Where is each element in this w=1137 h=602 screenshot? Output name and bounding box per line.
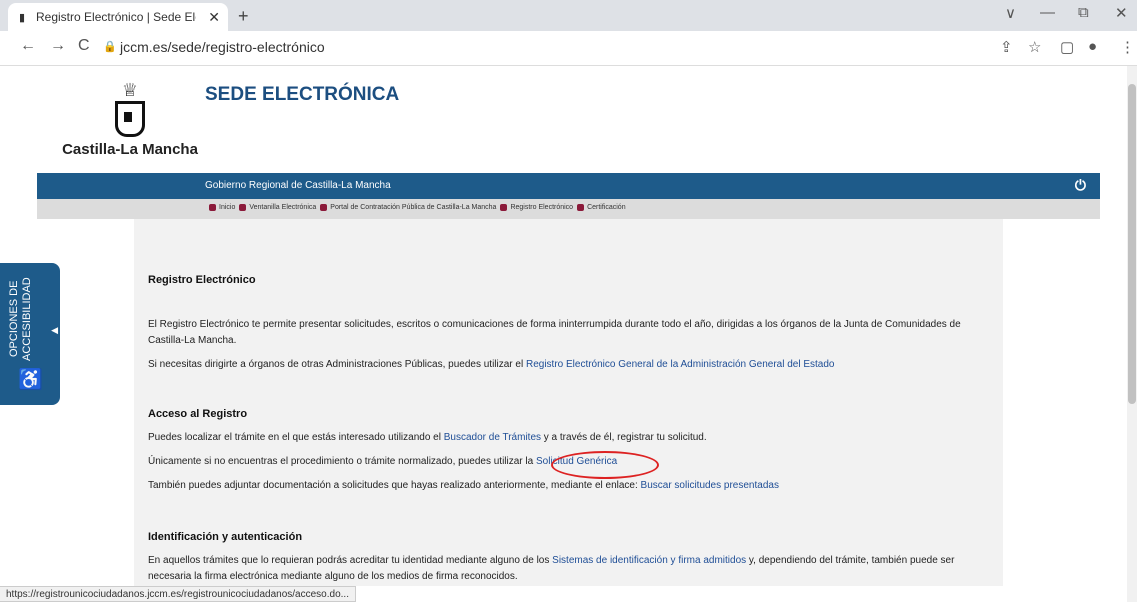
breadcrumb-item-registro[interactable]: Registro Electrónico: [500, 204, 573, 211]
browser-menu-icon[interactable]: ⋮: [1120, 38, 1135, 56]
site-favicon-icon: ▮: [18, 11, 26, 24]
tab-bar: ▮ Registro Electrónico | Sede Electró ✕ …: [0, 0, 1137, 31]
page-scrollbar[interactable]: [1127, 66, 1137, 602]
crown-icon: ♕: [121, 80, 139, 100]
reload-button[interactable]: C: [78, 37, 90, 55]
breadcrumb-item-certificacion[interactable]: Certificación: [577, 204, 626, 211]
buscador-tramites-link[interactable]: Buscador de Trámites: [444, 432, 541, 443]
identificacion-paragraph: En aquellos trámites que lo requieran po…: [148, 555, 955, 582]
address-bar[interactable]: jccm.es/sede/registro-electrónico: [120, 39, 325, 55]
bullet-icon: [500, 204, 508, 211]
tab-close-icon[interactable]: ✕: [208, 9, 220, 26]
lock-icon[interactable]: 🔒: [103, 40, 117, 53]
section-title-registro: Registro Electrónico: [148, 274, 256, 286]
buscar-solicitudes-link[interactable]: Buscar solicitudes presentadas: [641, 480, 779, 491]
government-bar-text: Gobierno Regional de Castilla-La Mancha: [205, 180, 391, 191]
section-title-acceso: Acceso al Registro: [148, 408, 248, 420]
adjuntar-paragraph: También puedes adjuntar documentación a …: [148, 480, 779, 491]
accessibility-options-tab[interactable]: OPCIONES DE ACCESIBILIDAD ◀ ♿: [0, 263, 60, 405]
restore-button[interactable]: ⧉: [1078, 4, 1089, 21]
intro-paragraph: El Registro Electrónico te permite prese…: [148, 319, 961, 346]
main-content: Registro Electrónico El Registro Electró…: [134, 219, 1003, 586]
browser-tab[interactable]: ▮ Registro Electrónico | Sede Electró ✕: [8, 3, 228, 31]
collapse-arrow-icon[interactable]: ◀: [51, 325, 58, 336]
back-button[interactable]: ←: [20, 37, 36, 55]
side-panel-icon[interactable]: ▢: [1060, 38, 1074, 56]
bullet-icon: [209, 204, 216, 211]
power-icon[interactable]: ⏻: [1075, 177, 1086, 194]
bookmark-star-icon[interactable]: ☆: [1028, 38, 1041, 56]
highlight-annotation: [551, 451, 659, 479]
minimize-button[interactable]: —: [1040, 4, 1055, 21]
close-window-button[interactable]: ✕: [1115, 4, 1128, 22]
castilla-la-mancha-logo[interactable]: ♕ Castilla-La Mancha: [60, 81, 200, 181]
other-admin-paragraph: Si necesitas dirigirte a órganos de otra…: [148, 359, 835, 370]
status-bar-url: https://registrounicociudadanos.jccm.es/…: [0, 586, 356, 602]
logo-text: Castilla-La Mancha: [62, 141, 198, 158]
registro-general-link[interactable]: Registro Electrónico General de la Admin…: [526, 359, 835, 370]
profile-icon[interactable]: ●: [1088, 38, 1097, 55]
bullet-icon: [320, 204, 328, 211]
accessibility-icon[interactable]: ♿: [18, 367, 43, 392]
breadcrumb: Inicio Ventanilla Electrónica Portal de …: [37, 199, 1100, 219]
breadcrumb-item-contratacion[interactable]: Portal de Contratación Pública de Castil…: [320, 204, 496, 211]
accessibility-label: OPCIONES DE ACCESIBILIDAD: [8, 277, 33, 361]
bullet-icon: [239, 204, 247, 211]
breadcrumb-item-ventanilla[interactable]: Ventanilla Electrónica: [239, 204, 316, 211]
web-page: ♕ Castilla-La Mancha SEDE ELECTRÓNICA Go…: [0, 66, 1127, 586]
sistemas-identificacion-link[interactable]: Sistemas de identificación y firma admit…: [552, 555, 746, 566]
browser-toolbar: ← → C 🔒 jccm.es/sede/registro-electrónic…: [0, 31, 1137, 66]
forward-button[interactable]: →: [50, 37, 66, 55]
buscador-paragraph: Puedes localizar el trámite en el que es…: [148, 432, 707, 443]
tab-title: Registro Electrónico | Sede Electró: [36, 10, 196, 24]
page-header-title: SEDE ELECTRÓNICA: [205, 84, 400, 105]
breadcrumb-item-inicio[interactable]: Inicio: [209, 204, 235, 211]
government-bar: Gobierno Regional de Castilla-La Mancha …: [37, 173, 1100, 199]
shield-icon: [115, 101, 145, 137]
tab-search-icon[interactable]: ∨: [1005, 4, 1016, 22]
section-title-identificacion: Identificación y autenticación: [148, 531, 303, 543]
share-icon[interactable]: ⇪: [1000, 38, 1013, 56]
scrollbar-thumb[interactable]: [1128, 84, 1136, 404]
bullet-icon: [577, 204, 585, 211]
new-tab-button[interactable]: +: [238, 6, 249, 27]
